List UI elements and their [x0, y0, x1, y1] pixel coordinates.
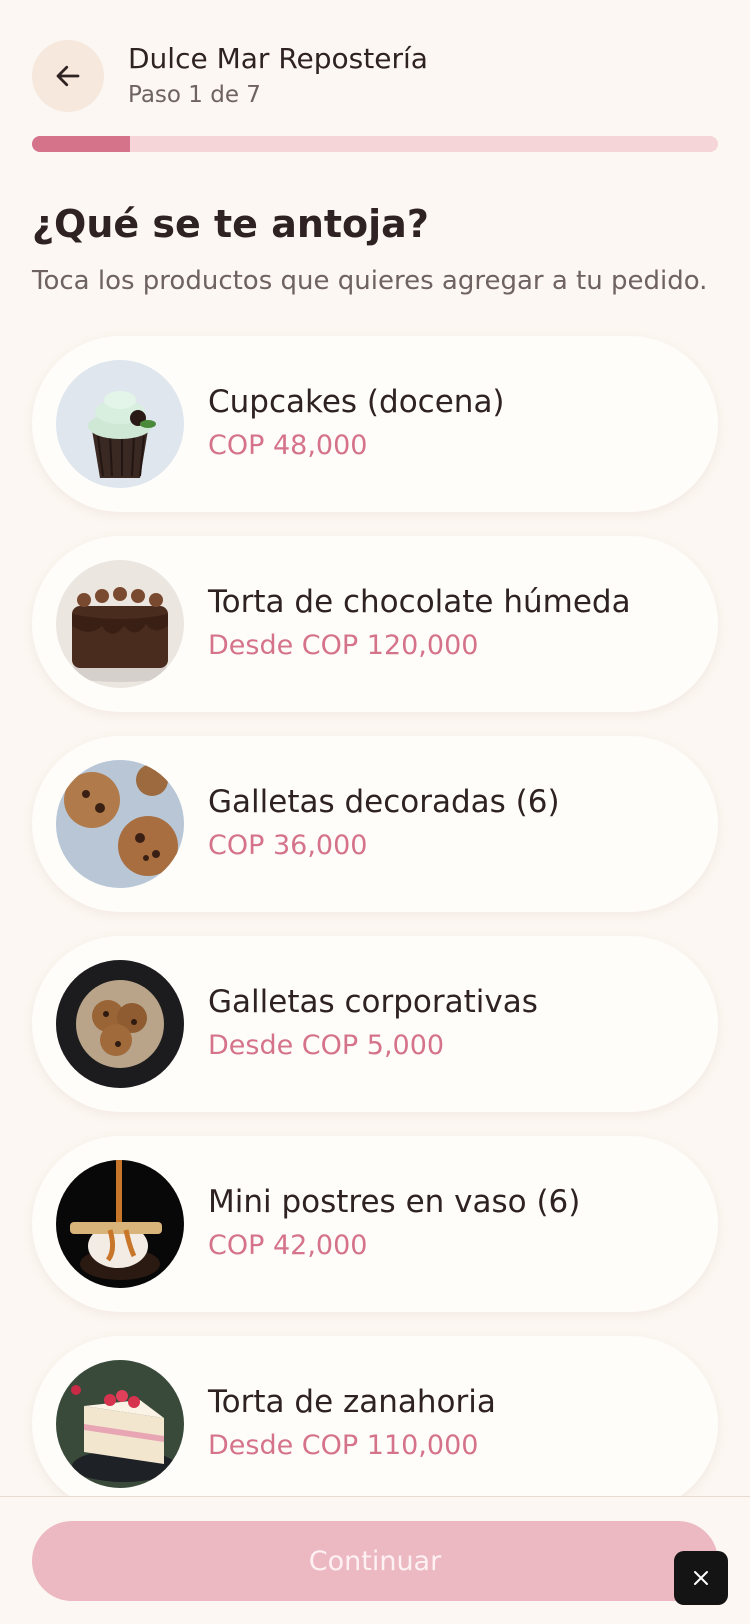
page-subtitle: Toca los productos que quieres agregar a… [32, 266, 708, 296]
page-title: ¿Qué se te antoja? [32, 202, 429, 246]
product-name: Cupcakes (docena) [208, 384, 505, 420]
product-card-chocolate-cake[interactable]: Torta de chocolate húmeda Desde COP 120,… [32, 536, 718, 712]
cookies-image [56, 760, 184, 888]
cupcake-image [56, 360, 184, 488]
product-price: COP 42,000 [208, 1230, 368, 1261]
product-card-corporate-cookies[interactable]: Galletas corporativas Desde COP 5,000 [32, 936, 718, 1112]
product-name: Galletas decoradas (6) [208, 784, 560, 820]
product-name: Mini postres en vaso (6) [208, 1184, 581, 1220]
close-button[interactable] [674, 1551, 728, 1605]
footer: Continuar [0, 1496, 750, 1624]
step-indicator: Paso 1 de 7 [128, 82, 261, 108]
product-card-carrot-cake[interactable]: Torta de zanahoria Desde COP 110,000 [32, 1336, 718, 1512]
shop-title: Dulce Mar Repostería [128, 42, 428, 75]
product-price: Desde COP 110,000 [208, 1430, 479, 1461]
product-price: COP 36,000 [208, 830, 368, 861]
product-price: Desde COP 120,000 [208, 630, 479, 661]
continue-button[interactable]: Continuar [32, 1521, 718, 1601]
header: Dulce Mar Repostería Paso 1 de 7 [32, 40, 718, 112]
product-price: COP 48,000 [208, 430, 368, 461]
chocolate-cake-image [56, 560, 184, 688]
product-name: Torta de chocolate húmeda [208, 584, 631, 620]
close-icon [694, 1571, 708, 1585]
dessert-cup-image [56, 1160, 184, 1288]
product-card-decorated-cookies[interactable]: Galletas decoradas (6) COP 36,000 [32, 736, 718, 912]
product-name: Galletas corporativas [208, 984, 538, 1020]
progress-bar [32, 136, 718, 152]
product-name: Torta de zanahoria [208, 1384, 496, 1420]
arrow-left-icon [56, 65, 80, 87]
product-price: Desde COP 5,000 [208, 1030, 445, 1061]
product-list: Cupcakes (docena) COP 48,000 Torta de ch… [32, 336, 718, 1536]
product-card-mini-desserts[interactable]: Mini postres en vaso (6) COP 42,000 [32, 1136, 718, 1312]
product-card-cupcakes[interactable]: Cupcakes (docena) COP 48,000 [32, 336, 718, 512]
carrot-cake-image [56, 1360, 184, 1488]
back-button[interactable] [32, 40, 104, 112]
cookie-basket-image [56, 960, 184, 1088]
progress-fill [32, 136, 130, 152]
